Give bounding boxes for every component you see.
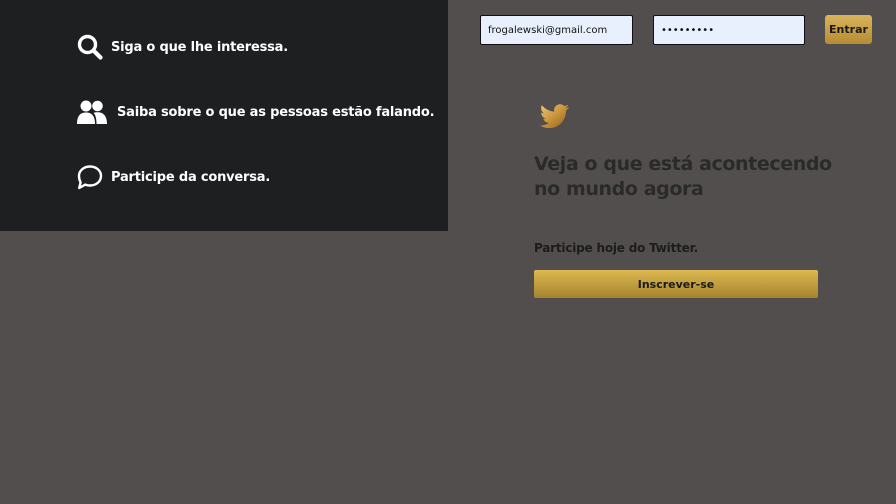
search-icon <box>76 33 104 61</box>
password-input[interactable] <box>653 15 805 45</box>
feature-item-follow: Siga o que lhe interessa. <box>76 33 288 61</box>
people-icon <box>76 98 108 126</box>
feature-label: Siga o que lhe interessa. <box>111 39 288 55</box>
join-text: Participe hoje do Twitter. <box>534 241 698 255</box>
page-headline: Veja o que está acontecendo no mundo ago… <box>534 153 832 200</box>
feature-label: Saiba sobre o que as pessoas estão falan… <box>117 104 435 120</box>
signup-button[interactable]: Inscrever-se <box>534 270 818 298</box>
login-button[interactable]: Entrar <box>825 15 872 44</box>
chat-bubble-icon <box>76 163 104 191</box>
bird-logo-icon <box>536 100 572 136</box>
feature-label: Participe da conversa. <box>111 169 271 185</box>
login-page: Siga o que lhe interessa. Saiba sobre o … <box>0 0 896 504</box>
features-panel: Siga o que lhe interessa. Saiba sobre o … <box>0 0 448 231</box>
feature-item-join: Participe da conversa. <box>76 163 270 191</box>
feature-item-discover: Saiba sobre o que as pessoas estão falan… <box>76 98 435 126</box>
email-input[interactable] <box>480 15 633 45</box>
